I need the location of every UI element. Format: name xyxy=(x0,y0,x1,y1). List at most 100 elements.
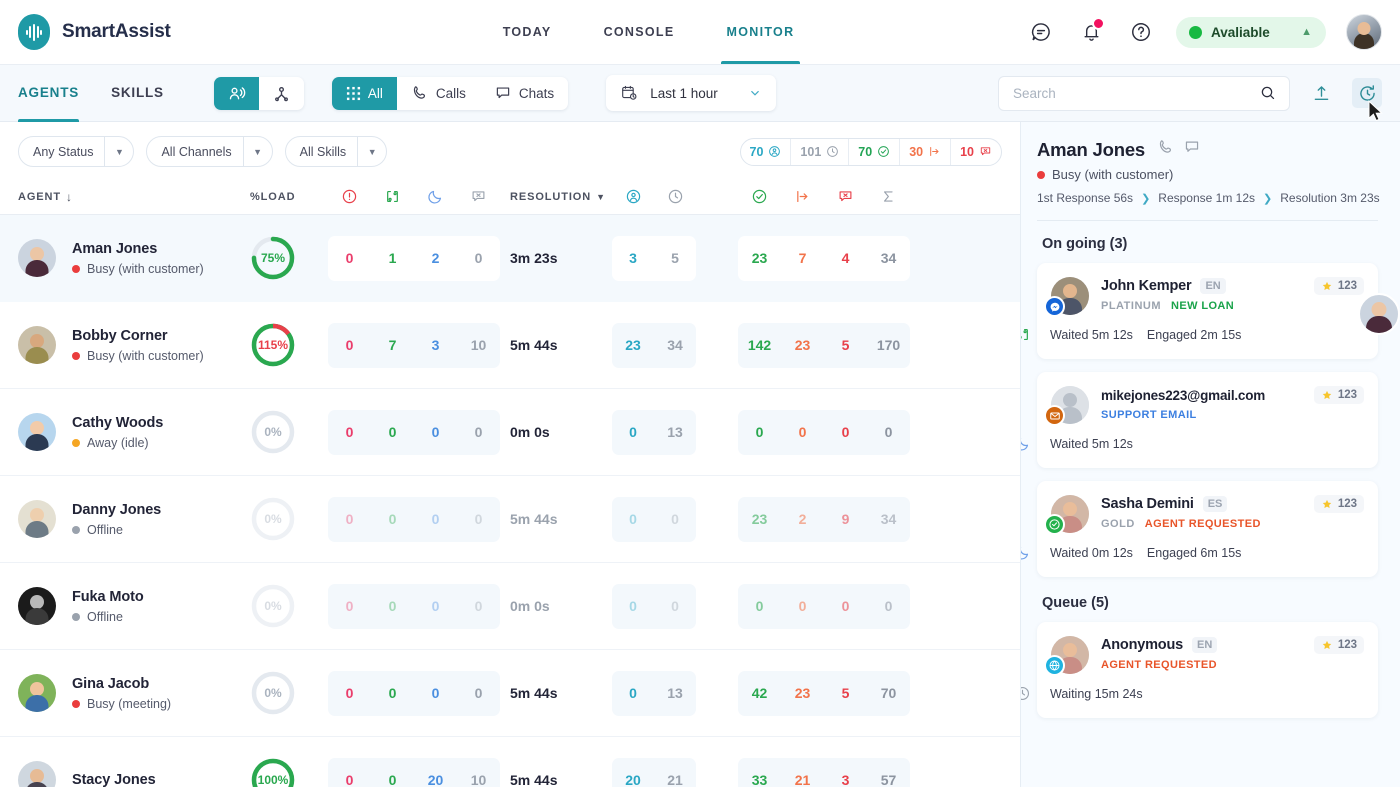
nav-tab-monitor[interactable]: MONITOR xyxy=(720,0,801,64)
transfer-queue-icon[interactable] xyxy=(371,188,414,205)
table-row[interactable]: Gina Jacob Busy (meeting) 0% 0 0 0 0 5m 44s… xyxy=(0,650,1020,737)
table-row[interactable]: Fuka Moto Offline 0% 0000 0m 0s 00 0000 xyxy=(0,563,1020,650)
chat-bubble-icon[interactable] xyxy=(1183,138,1201,161)
load-percent: 0% xyxy=(264,425,282,439)
detail-agent-status: Busy (with customer) xyxy=(1037,167,1378,182)
availability-status-selector[interactable]: Avaliable ▲ xyxy=(1176,16,1326,48)
load-donut: 0% xyxy=(250,670,296,716)
time-0: Waited 5m 12s xyxy=(1050,327,1133,342)
load-percent: 75% xyxy=(260,251,286,265)
metric-cell: 23 xyxy=(625,337,641,353)
table-row[interactable]: Cathy Woods Away (idle) 0% 0 0 0 0 0m 0s 0 1… xyxy=(0,389,1020,476)
conversation-card[interactable]: Sasha Demini ES 123 GOLD AGENT REQUESTED xyxy=(1021,481,1378,577)
abandoned-icon[interactable] xyxy=(457,188,500,205)
agent-view-toggle-icon[interactable] xyxy=(213,76,259,110)
status-dot-icon xyxy=(72,351,80,360)
handled-metrics-group: 23 34 xyxy=(612,322,696,368)
search-input[interactable] xyxy=(1013,85,1259,101)
table-row[interactable]: Stacy Jones 100% 0 0 20 10 5m 44s 20 21 33 21… xyxy=(0,737,1020,787)
sum-icon[interactable] xyxy=(867,188,910,205)
metric-cell: 23 xyxy=(794,337,811,353)
load-donut: 0% xyxy=(250,583,296,629)
stat-chip-abandoned[interactable]: 10 xyxy=(951,139,1001,165)
stat-chip-completed[interactable]: 70 xyxy=(849,138,901,165)
resolution-cell: 3m 23s xyxy=(510,250,558,266)
transfer-icon[interactable] xyxy=(781,188,824,205)
filter-all-skills[interactable]: All Skills ▼ xyxy=(284,136,388,167)
agent-name: Danny Jones xyxy=(72,501,162,518)
customer-tier: PLATINUM xyxy=(1101,300,1162,312)
stat-chip-transferred[interactable]: 30 xyxy=(900,138,952,165)
skill-group-view-toggle-icon[interactable] xyxy=(259,77,304,110)
time-range-selector[interactable]: Last 1 hour xyxy=(606,75,777,111)
rating-value: 123 xyxy=(1337,389,1357,401)
bell-icon[interactable] xyxy=(1076,17,1106,47)
export-icon[interactable] xyxy=(1306,78,1336,108)
metric-cell: 0 xyxy=(431,598,440,614)
agent-detail-panel: Aman Jones Busy (with customer) 1st Resp… xyxy=(1020,122,1400,787)
abandon-icon xyxy=(980,147,991,156)
chevron-down-icon: ▼ xyxy=(596,191,606,202)
metric-cell: 1 xyxy=(371,235,414,281)
check-circle-icon[interactable] xyxy=(738,188,781,205)
metric-cell: 70 xyxy=(880,685,897,701)
conversation-times-row: Waiting 15m 24s xyxy=(1021,685,1364,702)
avatar xyxy=(18,587,56,625)
table-row[interactable]: Danny Jones Offline 0% 0000 5m 44s 00 23… xyxy=(0,476,1020,563)
avatar xyxy=(18,239,56,277)
agent-name: Cathy Woods xyxy=(72,414,164,431)
chat-icon[interactable] xyxy=(1026,17,1056,47)
filter-any-status[interactable]: Any Status ▼ xyxy=(18,136,135,167)
abandon-icon[interactable] xyxy=(824,188,867,205)
search-and-actions xyxy=(998,75,1382,111)
load-donut: 115% xyxy=(250,322,296,368)
conversation-card[interactable]: John Kemper EN 123 PLATINUM NEW LOAN Wai… xyxy=(1021,263,1400,359)
clock-icon[interactable] xyxy=(654,188,696,205)
column-header-resolution[interactable]: RESOLUTION ▼ xyxy=(500,191,612,203)
moon-icon xyxy=(1021,544,1041,561)
metric-cell: 0 xyxy=(345,685,354,701)
channel-filter-chats[interactable]: Chats xyxy=(480,77,568,110)
stat-chip-waiting[interactable]: 101 xyxy=(791,138,850,165)
brand-logo-area[interactable]: SmartAssist xyxy=(18,14,171,50)
tab-agents[interactable]: AGENTS xyxy=(18,64,80,122)
avatar xyxy=(1044,495,1089,535)
phone-icon[interactable] xyxy=(1157,138,1175,161)
breadcrumb-resolution: Resolution 3m 23s xyxy=(1280,191,1380,205)
stat-chip-agents[interactable]: 70 xyxy=(741,138,792,165)
conversation-card[interactable]: Anonymous EN 123 AGENT REQUESTED Waiting xyxy=(1021,622,1378,718)
detail-header: Aman Jones xyxy=(1037,138,1378,161)
help-icon[interactable] xyxy=(1126,17,1156,47)
moon-icon[interactable] xyxy=(414,188,457,205)
metric-cell: 20 xyxy=(625,772,641,787)
stat-chip-completed-value: 70 xyxy=(858,144,873,159)
metric-cell: 0 xyxy=(345,511,354,527)
metric-cell: 0 xyxy=(431,685,440,701)
filter-all-channels[interactable]: All Channels ▼ xyxy=(146,136,273,167)
metric-cell: 23 xyxy=(794,685,811,701)
conversation-card[interactable]: mikejones223@gmail.com 123 SUPPORT EMAIL xyxy=(1021,372,1378,468)
load-cell: 100% xyxy=(250,757,328,787)
clock-icon xyxy=(827,146,839,157)
channel-filter-all[interactable]: All xyxy=(331,76,397,110)
table-row[interactable]: Aman Jones Busy (with customer) 75% 0120… xyxy=(0,215,1020,302)
table-row[interactable]: Bobby Corner Busy (with customer) 115% 0… xyxy=(0,302,1020,389)
user-avatar[interactable] xyxy=(1346,14,1382,50)
channel-filter-calls[interactable]: Calls xyxy=(397,77,480,110)
search-box[interactable] xyxy=(998,75,1290,111)
table-header-row: AGENT ↓ %LOAD RESOLUTION ▼ xyxy=(0,179,1020,215)
load-cell: 0% xyxy=(250,409,328,455)
sub-toolbar: AGENTS SKILLS All Calls Chats Last 1 hou… xyxy=(0,64,1400,122)
agent-cell: Stacy Jones xyxy=(18,761,250,787)
metric-cell: 5 xyxy=(654,235,696,281)
nav-tab-console[interactable]: CONSOLE xyxy=(604,0,675,64)
chevron-down-icon: ▼ xyxy=(104,137,133,166)
agent-icon[interactable] xyxy=(612,188,654,205)
metric-cell: 5 xyxy=(841,337,850,353)
alert-icon[interactable] xyxy=(328,188,371,205)
column-header-agent[interactable]: AGENT ↓ xyxy=(18,190,250,204)
nav-tab-today[interactable]: TODAY xyxy=(503,0,552,64)
tab-skills[interactable]: SKILLS xyxy=(111,64,164,122)
mouse-cursor xyxy=(1368,100,1383,122)
metric-cell: 0 xyxy=(841,424,850,440)
